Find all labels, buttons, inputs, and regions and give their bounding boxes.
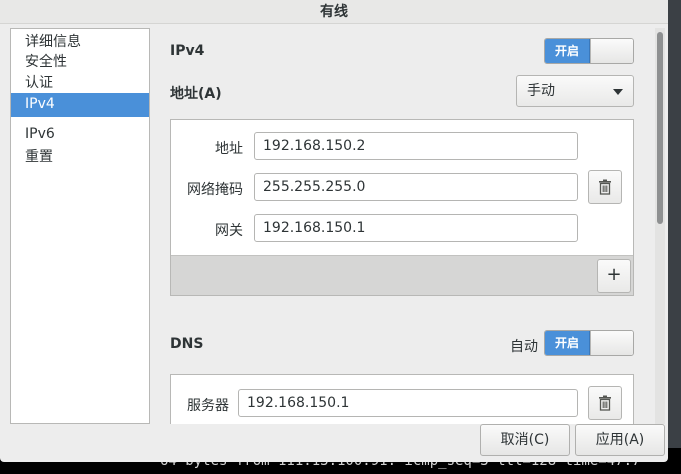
cancel-button[interactable]: 取消(C)	[480, 424, 570, 456]
wired-settings-dialog: 有线 详细信息 安全性 认证 IPv4 IPv6 重置 IPv4 开启 地址(A…	[0, 0, 668, 462]
gateway-input[interactable]: 192.168.150.1	[254, 214, 578, 242]
address-mode-dropdown[interactable]: 手动	[516, 75, 634, 107]
trash-icon	[599, 179, 611, 195]
sidebar-item-reset[interactable]: 重置	[11, 146, 149, 170]
dns-auto-label: 自动	[510, 339, 538, 355]
netmask-input[interactable]: 255.255.255.0	[254, 173, 578, 201]
address-input[interactable]: 192.168.150.2	[254, 132, 578, 160]
add-address-button[interactable]: +	[597, 259, 631, 293]
address-mode-label: 地址(A)	[170, 86, 222, 102]
dns-server-input[interactable]: 192.168.150.1	[238, 389, 578, 417]
ipv4-toggle-switch[interactable]: 开启	[544, 38, 634, 64]
plus-icon: +	[606, 264, 622, 285]
dns-server-label: 服务器	[187, 398, 229, 414]
address-panel-toolbar: +	[171, 255, 633, 295]
background-desktop-right	[667, 0, 681, 448]
dns-section-title: DNS	[170, 336, 204, 352]
delete-address-button[interactable]	[588, 170, 622, 204]
dns-auto-toggle-switch[interactable]: 开启	[544, 330, 634, 356]
gateway-label: 网关	[215, 223, 243, 239]
address-panel: 地址 192.168.150.2 网络掩码 255.255.255.0 网关 1…	[170, 119, 634, 296]
address-label: 地址	[215, 141, 243, 157]
sidebar-item-ipv6[interactable]: IPv6	[11, 123, 149, 147]
settings-sidebar: 详细信息 安全性 认证 IPv4 IPv6 重置	[10, 28, 150, 424]
ipv4-settings-pane: IPv4 开启 地址(A) 手动 地址 192.168.150.2 网络掩码 2…	[158, 28, 652, 424]
dns-toggle-label: 开启	[545, 331, 590, 355]
content-scrollbar[interactable]	[655, 28, 665, 424]
delete-dns-button[interactable]	[588, 386, 622, 420]
dialog-title: 有线	[0, 0, 668, 24]
address-mode-value: 手动	[527, 83, 555, 99]
apply-button[interactable]: 应用(A)	[575, 424, 665, 456]
dns-toggle-knob	[590, 331, 633, 355]
ipv4-toggle-knob	[590, 39, 633, 63]
ipv4-section-title: IPv4	[170, 43, 205, 59]
netmask-label: 网络掩码	[187, 182, 243, 198]
ipv4-toggle-label: 开启	[545, 39, 590, 63]
dns-panel: 服务器 192.168.150.1	[170, 374, 634, 424]
sidebar-item-ipv4[interactable]: IPv4	[11, 93, 149, 117]
trash-icon	[599, 395, 611, 411]
chevron-down-icon	[613, 89, 623, 95]
scrollbar-thumb[interactable]	[657, 32, 663, 224]
